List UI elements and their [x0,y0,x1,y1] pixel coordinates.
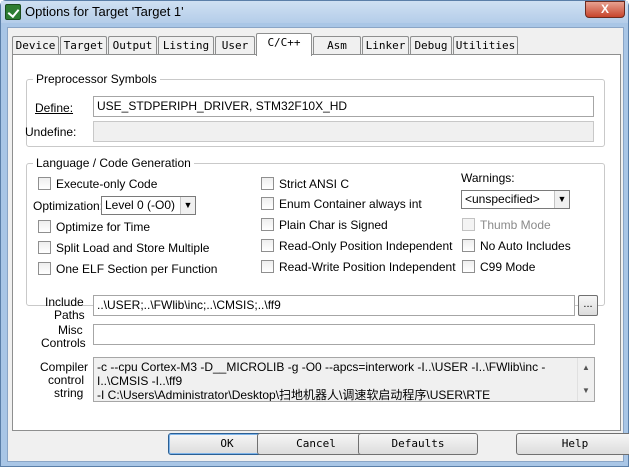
tab-user[interactable]: User [215,36,255,55]
tab-device[interactable]: Device [12,36,59,55]
compiler-control-string[interactable]: -c --cpu Cortex-M3 -D__MICROLIB -g -O0 -… [93,357,595,402]
plain-char-label: Plain Char is Signed [279,218,388,232]
options-dialog: Options for Target 'Target 1' X Device T… [0,0,629,467]
execute-only-label: Execute-only Code [56,177,158,191]
c99-mode-checkbox[interactable] [462,260,475,273]
compiler-line-2: -I C:\Users\Administrator\Desktop\扫地机器人\… [97,388,491,402]
c99-mode-label: C99 Mode [480,260,536,274]
define-input[interactable]: USE_STDPERIPH_DRIVER, STM32F10X_HD [93,96,594,117]
scroll-down-icon[interactable]: ▼ [582,384,590,398]
tab-listing[interactable]: Listing [158,36,214,55]
app-icon [5,4,21,20]
compiler-label-3: string [54,386,84,400]
rw-pi-checkbox[interactable] [261,260,274,273]
optimization-value: Level 0 (-O0) [105,198,176,212]
tab-target[interactable]: Target [60,36,107,55]
no-auto-includes-checkbox[interactable] [462,239,475,252]
tab-asm[interactable]: Asm [313,36,361,55]
one-elf-label: One ELF Section per Function [56,262,218,276]
optimize-time-label: Optimize for Time [56,220,151,234]
help-button[interactable]: Help [516,433,629,455]
one-elf-checkbox[interactable] [38,262,51,275]
optimization-label: Optimization: [33,199,104,213]
misc-label-2: Controls [41,336,86,350]
tab-linker[interactable]: Linker [362,36,409,55]
tab-utilities[interactable]: Utilities [453,36,518,55]
warnings-select[interactable]: <unspecified> ▼ [461,190,570,209]
preprocessor-legend: Preprocessor Symbols [33,72,160,86]
compiler-label-2: control [48,373,85,387]
warnings-label: Warnings: [461,171,515,185]
ro-pi-checkbox[interactable] [261,239,274,252]
dialog-client: Device Target Output Listing User C/C++ … [7,27,629,462]
include-paths-input[interactable]: ..\USER;..\FWlib\inc;..\CMSIS;..\ff9 [93,295,575,316]
chevron-down-icon: ▼ [554,191,569,208]
chevron-down-icon: ▼ [180,197,195,214]
no-auto-includes-label: No Auto Includes [480,239,571,253]
close-button[interactable]: X [585,1,625,18]
language-legend: Language / Code Generation [33,156,194,170]
tab-output[interactable]: Output [108,36,157,55]
defaults-button[interactable]: Defaults [358,433,478,455]
compiler-label-1: Compiler [40,360,89,374]
tab-c-cpp[interactable]: C/C++ [256,33,312,56]
optimize-time-checkbox[interactable] [38,220,51,233]
misc-label-1: Misc [58,323,83,337]
warnings-value: <unspecified> [465,192,540,206]
ro-pi-label: Read-Only Position Independent [279,239,453,253]
title-bar[interactable]: Options for Target 'Target 1' X [1,1,628,23]
scroll-up-icon[interactable]: ▲ [582,361,590,375]
define-label: Define: [35,101,74,115]
tab-debug[interactable]: Debug [410,36,452,55]
execute-only-checkbox[interactable] [38,177,51,190]
include-label-1: Include [45,295,84,309]
include-label-2: Paths [54,308,85,322]
window-title: Options for Target 'Target 1' [25,4,184,19]
split-load-label: Split Load and Store Multiple [56,241,210,255]
vertical-scrollbar[interactable]: ▲ ▼ [577,358,594,401]
strict-ansi-checkbox[interactable] [261,177,274,190]
thumb-mode-label: Thumb Mode [480,218,551,232]
rw-pi-label: Read-Write Position Independent [279,260,456,274]
plain-char-checkbox[interactable] [261,218,274,231]
strict-ansi-label: Strict ANSI C [279,177,350,191]
undefine-input[interactable] [93,121,594,142]
split-load-checkbox[interactable] [38,241,51,254]
optimization-select[interactable]: Level 0 (-O0) ▼ [101,196,196,215]
undefine-label: Undefine: [25,125,77,139]
enum-container-label: Enum Container always int [279,197,422,211]
compiler-line-1: -c --cpu Cortex-M3 -D__MICROLIB -g -O0 -… [97,360,546,388]
misc-controls-input[interactable] [93,324,595,345]
enum-container-checkbox[interactable] [261,197,274,210]
c-cpp-page: Preprocessor Symbols Define: USE_STDPERI… [12,54,621,431]
thumb-mode-checkbox[interactable] [462,218,475,231]
include-browse-button[interactable]: ... [578,295,598,316]
